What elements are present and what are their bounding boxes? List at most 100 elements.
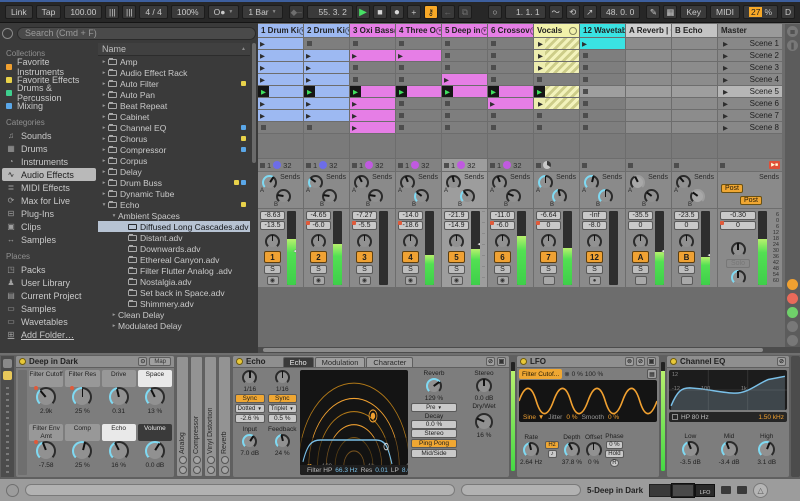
echo-mode-pingpong-button[interactable]: Ping Pong <box>411 439 457 448</box>
expand-caret-icon[interactable]: ▸ <box>100 169 108 175</box>
arm-button[interactable]: ● <box>589 276 601 285</box>
browser-row-echo[interactable]: ▾Echo <box>98 199 250 210</box>
clip-slot-hatch[interactable]: ▶ <box>534 38 579 49</box>
mixer-toggle-icon[interactable] <box>787 307 798 318</box>
browser-row-shimmery-adv[interactable]: Shimmery.adv <box>98 298 250 309</box>
save-preset-icon[interactable]: ▣ <box>647 357 656 366</box>
multimap-icon[interactable]: ▦ <box>647 369 657 379</box>
volume-field[interactable]: -14.9 <box>444 221 469 230</box>
clip-play-icon[interactable]: ▶ <box>582 40 587 48</box>
track-stop-button[interactable] <box>720 163 725 168</box>
track-stop-button[interactable] <box>352 163 357 168</box>
browser-row-compressor[interactable]: ▸Compressor <box>98 144 250 155</box>
macro-value[interactable]: 25 % <box>75 408 90 415</box>
lfo-depth-knob[interactable] <box>564 442 580 458</box>
sidebar-item-midi-effects[interactable]: ≣MIDI Effects <box>2 181 96 194</box>
expand-caret-icon[interactable]: ▸ <box>100 180 108 186</box>
macro-value[interactable]: 2.9k <box>40 408 52 415</box>
echo-left-offset-field[interactable]: -2.6 % <box>235 414 265 423</box>
device-on-led[interactable] <box>520 358 527 365</box>
clip-slot-stop[interactable] <box>534 110 579 121</box>
track-activator-button[interactable]: 3 <box>356 251 373 263</box>
clip-slot-stop[interactable] <box>580 74 625 85</box>
clip-slot-play[interactable]: ▶ <box>396 86 441 97</box>
clip-play-icon[interactable]: ▶ <box>306 52 311 60</box>
arm-button[interactable]: ◉ <box>359 276 371 285</box>
echo-drywet-knob[interactable] <box>475 413 493 431</box>
group-icon[interactable] <box>569 27 577 35</box>
send-a-knob[interactable] <box>584 175 599 190</box>
pan-knob[interactable] <box>403 234 418 249</box>
send-b-knob[interactable] <box>644 189 659 204</box>
master-play-stop-icons[interactable]: ▶■ <box>769 161 780 169</box>
peak-level-field[interactable]: -6.64 <box>536 211 561 220</box>
send-b-knob[interactable] <box>598 189 613 204</box>
eq-high-knob[interactable] <box>758 441 775 458</box>
clip-stop-icon[interactable] <box>445 65 450 70</box>
pan-knob[interactable] <box>449 234 464 249</box>
pan-knob[interactable] <box>311 234 326 249</box>
browser-row-ethereal-canyon-adv[interactable]: Ethereal Canyon.adv <box>98 254 250 265</box>
volume-field[interactable]: -18.6 <box>398 221 423 230</box>
track-menu-icon[interactable]: ▾ <box>394 27 395 35</box>
browser-row-filter-flutter-analog-adv[interactable]: Filter Flutter Analog .adv <box>98 265 250 276</box>
solo-button[interactable]: S <box>448 265 465 274</box>
clip-slot-blank[interactable] <box>672 98 717 109</box>
peak-level-field[interactable]: -11.0 <box>490 211 515 220</box>
volume-field[interactable]: -8.0 <box>582 221 607 230</box>
pan-knob[interactable] <box>495 234 510 249</box>
clip-play-icon[interactable]: ▶ <box>260 100 265 108</box>
macro-value[interactable]: -7.58 <box>39 462 54 469</box>
device-on-led[interactable] <box>236 358 243 365</box>
track-menu-icon[interactable]: ▾ <box>345 27 349 35</box>
clip-slot-stop[interactable] <box>350 38 395 49</box>
tab-character[interactable]: Character <box>366 357 413 367</box>
play-button[interactable]: ▶ <box>356 5 370 19</box>
save-icon[interactable] <box>193 466 201 474</box>
sidebar-item-packs[interactable]: ◳Packs <box>2 263 96 276</box>
sidebar-item-instruments[interactable]: ◔Instruments <box>2 155 96 168</box>
echo-reverb-value[interactable]: 129 % <box>425 395 443 402</box>
clip-slot-blank[interactable] <box>672 74 717 85</box>
clip-slot-clip[interactable]: ▶ <box>304 50 349 61</box>
clip-play-icon[interactable]: ▶ <box>538 52 543 60</box>
clip-stop-icon[interactable] <box>583 65 588 70</box>
sidebar-item-user-library[interactable]: ♟User Library <box>2 276 96 289</box>
tab-echo[interactable]: Echo <box>283 357 314 367</box>
expand-caret-icon[interactable]: ▸ <box>100 103 108 109</box>
device-on-led[interactable] <box>670 358 677 365</box>
echo-visualization[interactable]: 100 1k 10k 1 Filter HP66.3 Hz Res0.01 LP… <box>300 370 408 475</box>
clip-stop-icon[interactable] <box>399 113 404 118</box>
nudge-down-icon[interactable]: ||| <box>105 5 119 19</box>
volume-field[interactable]: 0 <box>720 221 756 230</box>
echo-input-value[interactable]: 7.0 dB <box>240 450 259 457</box>
clip-stop-icon[interactable] <box>399 125 404 130</box>
clip-play-icon[interactable]: ▶ <box>306 64 311 72</box>
clip-stop-icon[interactable] <box>537 125 542 130</box>
clip-playing-button[interactable]: ▶ <box>258 86 269 97</box>
clip-play-icon[interactable]: ▶ <box>352 52 357 60</box>
device-on-led[interactable] <box>19 358 26 365</box>
clip-slot-stop[interactable] <box>488 38 533 49</box>
macro-name[interactable]: Comp <box>65 424 99 441</box>
sidebar-item-clips[interactable]: ▣Clips <box>2 220 96 233</box>
expand-caret-icon[interactable]: ▸ <box>100 81 108 87</box>
clip-playing-button[interactable]: ▶ <box>304 86 315 97</box>
echo-reverb-knob[interactable] <box>426 378 442 394</box>
device-on-icon[interactable] <box>221 456 229 464</box>
clip-slot-stop[interactable] <box>442 98 487 109</box>
sends-toggle-icon[interactable] <box>787 279 798 290</box>
clip-slot-stop[interactable] <box>396 62 441 73</box>
echo-feedback-knob[interactable] <box>275 434 290 449</box>
peak-level-field[interactable]: -35.5 <box>628 211 653 220</box>
send-b-knob[interactable] <box>506 189 521 204</box>
collapsed-device-analog[interactable]: Analog <box>176 356 189 477</box>
loop-length-field[interactable]: 48. 0. 0 <box>600 5 641 19</box>
computer-midi-keyboard-icon[interactable]: ▦ <box>663 5 677 19</box>
browser-row-auto-pan[interactable]: ▸Auto Pan <box>98 89 250 100</box>
scene-slot[interactable]: ▶Scene 6 <box>718 98 782 109</box>
macro-name[interactable]: Filter Cutoff <box>29 370 63 387</box>
track-menu-icon[interactable]: ▾ <box>481 27 487 35</box>
crossfader-toggle-icon[interactable] <box>787 335 798 346</box>
pan-knob[interactable] <box>265 234 280 249</box>
